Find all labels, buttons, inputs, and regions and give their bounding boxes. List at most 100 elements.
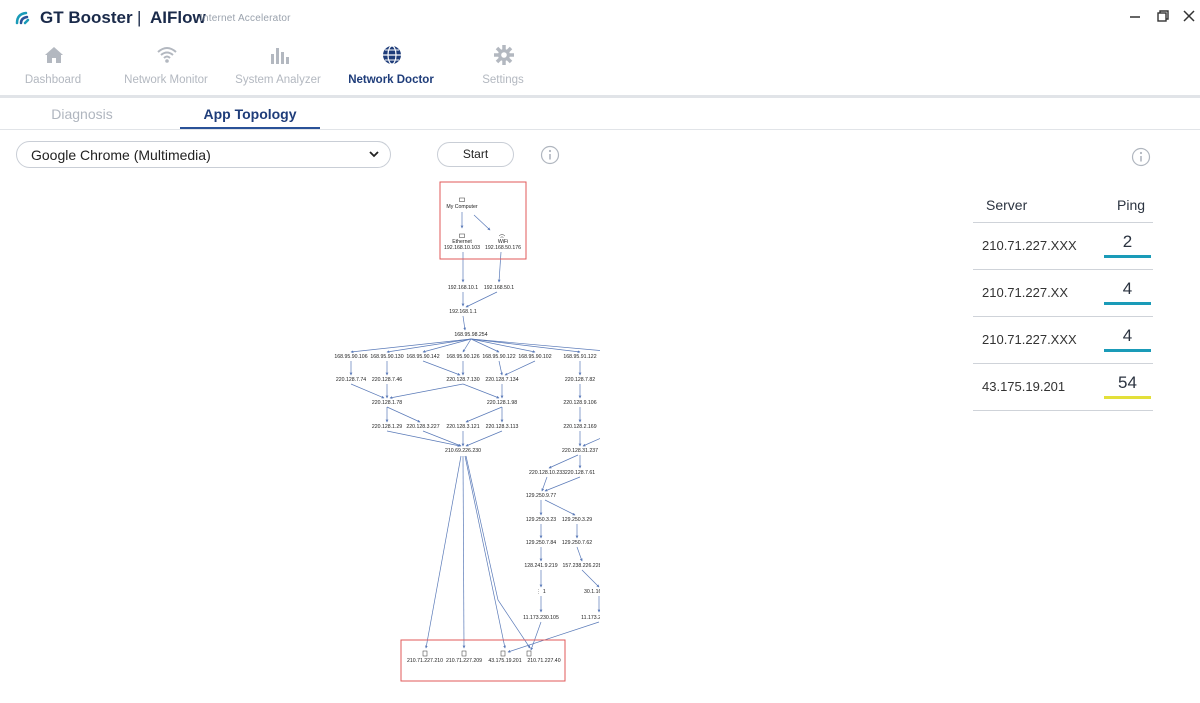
tab-diagnosis[interactable]: Diagnosis: [12, 106, 152, 130]
nav-settings[interactable]: Settings: [448, 40, 558, 96]
hop-ip: 220.128.1.78: [372, 400, 402, 406]
hop-ip: 129.250.3.29: [562, 517, 592, 523]
ping-value: 4: [1122, 326, 1133, 345]
server-ip: 210.71.227.210: [407, 658, 443, 664]
hop-ip: 168.95.91.122: [563, 354, 596, 360]
hop-ip: 129.250.7.84: [526, 540, 556, 546]
hop-ip: 168.95.90.106: [334, 354, 367, 360]
ping-value: 2: [1122, 232, 1133, 251]
nav-system-analyzer-label: System Analyzer: [235, 74, 321, 86]
nav-network-monitor-label: Network Monitor: [124, 74, 208, 86]
topology-edge: [386, 430, 461, 447]
topology-edge: [497, 251, 502, 283]
server-column-header: Server: [986, 197, 1028, 213]
topology-edge: [544, 476, 581, 492]
hop-ip: 220.128.9.106: [563, 400, 596, 406]
ethernet-ip: 192.168.10.103: [444, 245, 480, 251]
hop-ip: 168.95.90.102: [518, 354, 551, 360]
hop-ip: 220.128.1.98: [487, 400, 517, 406]
server-table-header: Server Ping: [973, 190, 1153, 223]
server-ip: 210.71.227.209: [446, 658, 482, 664]
nav-network-doctor-label: Network Doctor: [348, 74, 434, 86]
topology-edge: [422, 430, 462, 447]
server-address: 210.71.227.XX: [982, 285, 1069, 300]
router-ip: 192.168.1.1: [449, 309, 477, 315]
topology-edge: [462, 455, 466, 649]
gear-icon: [494, 45, 514, 65]
topology-edge: [389, 383, 464, 399]
gt-booster-logo: [15, 11, 30, 25]
info-icon[interactable]: [540, 145, 560, 165]
nav-dashboard[interactable]: Dashboard: [0, 40, 108, 96]
server-info-icon[interactable]: [1131, 147, 1151, 167]
hop-ip: 210.69.226.230: [445, 448, 481, 454]
start-button[interactable]: Start: [437, 142, 514, 167]
server-icon: [422, 650, 428, 657]
brand-separator: |: [137, 8, 142, 27]
hop-ip: 220.128.7.74: [336, 377, 366, 383]
ping-indicator-bar: [1104, 255, 1151, 258]
ethernet-icon: [459, 233, 465, 238]
table-row[interactable]: 210.71.227.XX 4: [973, 270, 1153, 317]
table-row[interactable]: 210.71.227.XXX 2: [973, 223, 1153, 270]
nav-system-analyzer[interactable]: System Analyzer: [223, 40, 333, 96]
topology-edge: [544, 499, 576, 516]
topology-edge: [422, 360, 461, 376]
ping-indicator-bar: [1104, 349, 1151, 352]
computer-icon: [459, 197, 465, 202]
product-name: AIFlow: [150, 8, 206, 27]
server-address: 43.175.19.201: [982, 379, 1066, 394]
ping-indicator-bar: [1104, 396, 1151, 399]
nav-network-monitor[interactable]: Network Monitor: [111, 40, 221, 96]
wifi-icon: [157, 47, 177, 63]
hop-ip: 220.128.31.237: [562, 448, 598, 454]
minimize-icon[interactable]: [1127, 8, 1143, 24]
topology-edge: [504, 360, 536, 376]
wifi-icon: [498, 234, 506, 238]
isp-ip: 168.95.98.254: [454, 332, 487, 338]
close-icon[interactable]: [1181, 8, 1197, 24]
hop-ip: 220.128.3.121: [446, 424, 479, 430]
topology-edge: [462, 315, 467, 331]
hop-ip: 168.95.90.130: [370, 354, 403, 360]
topology-edge: [548, 454, 579, 469]
gateway-ip: 192.168.50.1: [484, 285, 514, 291]
server-ip: 43.175.19.201: [488, 658, 521, 664]
topology-edge: [350, 338, 472, 354]
hop-ip: 220.128.7.130: [446, 377, 479, 383]
hop-ip: 11.173.230.105: [523, 615, 559, 621]
table-row[interactable]: 210.71.227.XXX 4: [973, 317, 1153, 364]
hop-ip: 220.128.7.82: [565, 377, 595, 383]
main-nav: Dashboard Network Monitor System Analyze…: [0, 40, 1200, 96]
server-address: 210.71.227.XXX: [982, 332, 1077, 347]
topology-edge: [498, 360, 503, 376]
hop-ip: 220.128.2.169: [563, 424, 596, 430]
chevron-down-icon: [369, 151, 379, 158]
topology-edge: [470, 338, 600, 351]
topology-edge: [386, 406, 421, 423]
topology-edge: [462, 383, 500, 399]
topology-edge: [350, 383, 385, 399]
topology-edge: [576, 546, 583, 562]
server-ping-table: Server Ping 210.71.227.XXX 2 210.71.227.…: [973, 190, 1153, 411]
ping-column-header: Ping: [1117, 197, 1146, 213]
nav-network-doctor[interactable]: Network Doctor: [336, 40, 446, 96]
nav-settings-label: Settings: [482, 74, 524, 86]
table-row[interactable]: 43.175.19.201 54: [973, 364, 1153, 411]
topology-edge: [465, 406, 503, 423]
hop-ip: 129.250.7.62: [562, 540, 592, 546]
hop-ip: 168.95.90.122: [482, 354, 515, 360]
topology-edge: [464, 455, 506, 649]
topology-edge: [465, 430, 503, 447]
server-icon: [526, 650, 532, 657]
app-select-value: Google Chrome (Multimedia): [31, 147, 211, 163]
ping-value: 4: [1122, 279, 1133, 298]
title-bar: GT Booster | AIFlow Internet Accelerator: [0, 0, 1200, 36]
restore-icon[interactable]: [1155, 8, 1171, 24]
hop-ip: 129.250.9.77: [526, 493, 556, 499]
gateway-ip: 192.168.10.1: [448, 285, 478, 291]
hop-ip: 157.238.226.228: [563, 563, 600, 569]
ping-indicator-bar: [1104, 302, 1151, 305]
nav-divider: [0, 95, 1200, 98]
app-select-dropdown[interactable]: Google Chrome (Multimedia): [16, 141, 391, 168]
